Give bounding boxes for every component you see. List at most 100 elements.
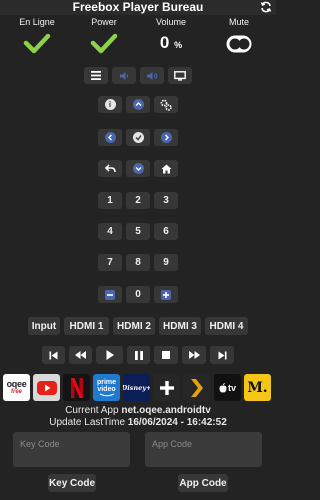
digit-5-button[interactable]: 5 xyxy=(126,223,150,240)
prime-smile-icon xyxy=(99,393,114,396)
arrow-up-icon xyxy=(132,99,144,110)
hdmi2-button[interactable]: HDMI 2 xyxy=(113,317,155,335)
header-bar: Freebox Player Bureau xyxy=(0,0,276,15)
power-label: Power xyxy=(91,17,117,27)
youtube-app-button[interactable] xyxy=(33,374,60,401)
oqee-app-button[interactable]: oqee free xyxy=(3,374,30,401)
menu-icon xyxy=(91,71,101,80)
mute-status[interactable]: Mute xyxy=(209,17,269,54)
digit-2-button[interactable]: 2 xyxy=(126,192,150,209)
key-code-box xyxy=(13,432,130,467)
apple-tv-logo-text: tv xyxy=(227,382,236,393)
volume-up-icon xyxy=(146,71,157,80)
online-check-icon xyxy=(23,33,51,54)
digit-6-button[interactable]: 6 xyxy=(154,223,178,240)
app-code-box xyxy=(145,432,262,467)
app-code-input[interactable] xyxy=(145,432,262,467)
stop-button[interactable] xyxy=(154,346,178,364)
channel-up-button[interactable] xyxy=(126,96,150,113)
digit-9-button[interactable]: 9 xyxy=(154,254,178,271)
info-icon: i xyxy=(104,99,116,110)
prime-video-logo-text: prime video xyxy=(96,378,117,393)
key-code-input[interactable] xyxy=(13,432,130,467)
forward-button[interactable] xyxy=(182,346,206,364)
play-button[interactable] xyxy=(96,346,123,364)
hdmi4-button[interactable]: HDMI 4 xyxy=(205,317,248,335)
update-label: Update LastTime xyxy=(49,417,126,428)
fast-forward-icon xyxy=(188,351,200,359)
next-button[interactable] xyxy=(210,346,234,364)
stop-icon xyxy=(162,351,170,359)
check-icon xyxy=(132,132,144,143)
update-value: 16/06/2024 - 16:42:52 xyxy=(127,417,227,428)
molotov-logo-text: M. xyxy=(247,379,268,396)
hdmi1-button[interactable]: HDMI 1 xyxy=(64,317,109,335)
minus-icon xyxy=(105,289,115,300)
right-button[interactable] xyxy=(154,129,178,146)
plus-icon xyxy=(159,380,174,395)
plex-app-button[interactable] xyxy=(183,374,210,401)
input-button[interactable]: Input xyxy=(28,317,60,335)
volume-status: Volume 0 % xyxy=(141,17,201,55)
play-icon xyxy=(106,350,114,360)
info-button[interactable]: i xyxy=(98,96,122,113)
arrow-left-icon xyxy=(104,132,116,143)
app-shortcuts: oqee free prime video Disney+ tv M. xyxy=(0,372,276,402)
digit-1-button[interactable]: 1 xyxy=(98,192,122,209)
power-status[interactable]: Power xyxy=(74,17,134,54)
arrow-down-icon xyxy=(132,163,144,174)
volume-value: 0 % xyxy=(141,33,201,55)
send-app-code-button[interactable]: App Code xyxy=(178,474,228,492)
digit-0-button[interactable]: 0 xyxy=(126,286,150,303)
rewind-button[interactable] xyxy=(69,346,92,364)
skip-forward-icon xyxy=(218,351,226,359)
digit-8-button[interactable]: 8 xyxy=(126,254,150,271)
apple-tv-app-button[interactable]: tv xyxy=(214,374,241,401)
left-button[interactable] xyxy=(98,129,122,146)
menu-button[interactable] xyxy=(84,67,108,84)
mute-toggle-icon[interactable] xyxy=(225,34,253,54)
pause-icon xyxy=(134,350,143,360)
plus-button[interactable] xyxy=(154,286,178,303)
tv-button[interactable] xyxy=(168,67,192,84)
refresh-icon[interactable] xyxy=(260,1,272,13)
molotov-app-button[interactable]: M. xyxy=(244,374,271,401)
rewind-icon xyxy=(75,351,86,359)
disney-plus-app-button[interactable]: Disney+ xyxy=(123,374,150,401)
volume-down-button[interactable] xyxy=(112,67,136,84)
netflix-icon xyxy=(70,377,83,398)
gear-icon xyxy=(160,99,172,111)
disney-plus-logo-text: Disney+ xyxy=(123,383,150,392)
mute-label: Mute xyxy=(228,17,249,27)
channel-down-button[interactable] xyxy=(126,160,150,177)
back-button[interactable] xyxy=(98,160,122,177)
settings-button[interactable] xyxy=(154,96,178,113)
power-check-icon[interactable] xyxy=(90,32,118,54)
plex-chevron-icon xyxy=(190,378,203,397)
ok-button[interactable] xyxy=(126,129,150,146)
digit-7-button[interactable]: 7 xyxy=(98,254,122,271)
hdmi3-button[interactable]: HDMI 3 xyxy=(159,317,201,335)
skip-back-icon xyxy=(49,351,58,359)
youtube-icon xyxy=(36,380,57,395)
prime-video-app-button[interactable]: prime video xyxy=(93,374,120,401)
volume-number: 0 xyxy=(159,33,170,52)
netflix-app-button[interactable] xyxy=(63,374,90,401)
previous-button[interactable] xyxy=(42,346,65,364)
home-button[interactable] xyxy=(154,160,178,177)
volume-up-button[interactable] xyxy=(140,67,164,84)
minus-button[interactable] xyxy=(98,286,122,303)
tv-icon xyxy=(174,70,186,81)
add-app-button[interactable] xyxy=(153,374,180,401)
volume-label: Volume xyxy=(155,17,187,27)
send-key-code-button[interactable]: Key Code xyxy=(48,474,96,492)
current-app-line: Current App net.oqee.androidtv xyxy=(0,405,276,416)
digit-4-button[interactable]: 4 xyxy=(98,223,122,240)
pause-button[interactable] xyxy=(127,346,150,364)
online-status: En Ligne xyxy=(7,17,67,54)
apple-icon xyxy=(219,382,227,392)
current-app-label: Current App xyxy=(65,405,119,416)
oqee-logo-sub: free xyxy=(10,388,22,395)
digit-3-button[interactable]: 3 xyxy=(154,192,178,209)
current-app-value: net.oqee.androidtv xyxy=(121,405,211,416)
